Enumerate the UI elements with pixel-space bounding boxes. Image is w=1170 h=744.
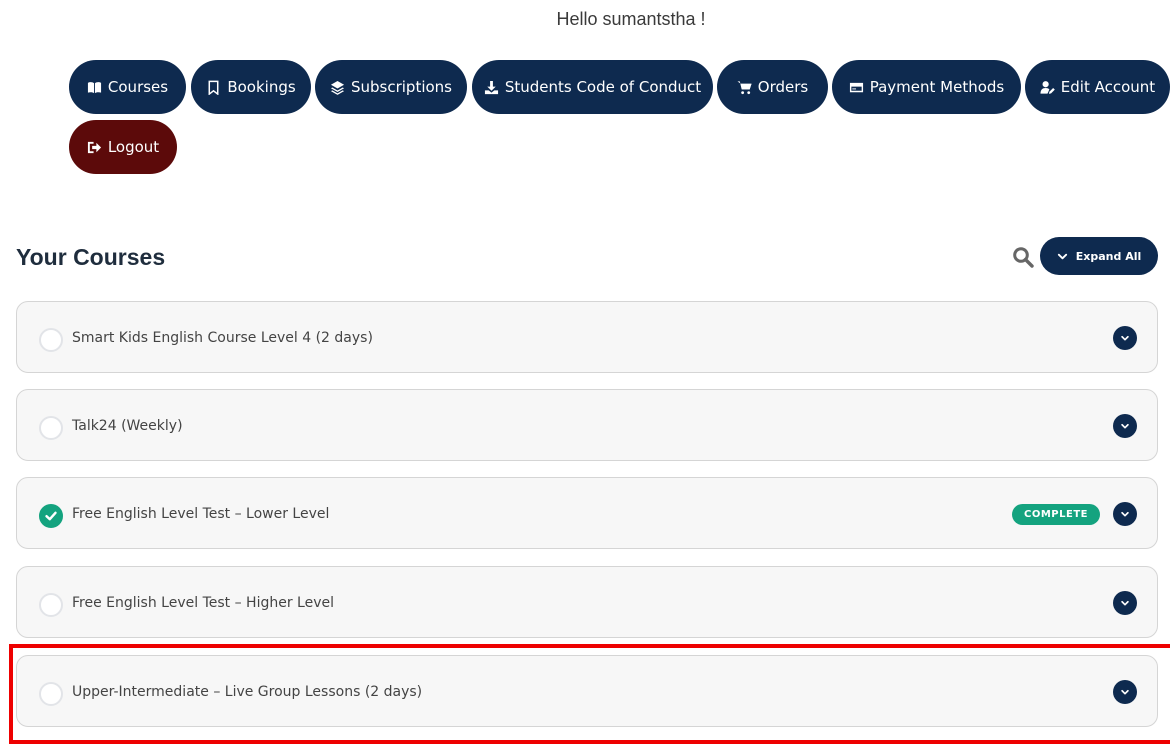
course-row[interactable]: Free English Level Test – Higher Level: [16, 566, 1158, 638]
complete-badge: COMPLETE: [1012, 504, 1100, 525]
code-of-conduct-label: Students Code of Conduct: [504, 78, 702, 96]
edit-account-button[interactable]: Edit Account: [1025, 60, 1170, 114]
orders-button[interactable]: Orders: [717, 60, 828, 114]
course-row[interactable]: Free English Level Test – Lower Level CO…: [16, 477, 1158, 549]
expand-all-button[interactable]: Expand All: [1040, 237, 1158, 275]
payment-methods-label: Payment Methods: [869, 78, 1005, 96]
chevron-down-icon[interactable]: [1113, 326, 1137, 350]
expand-all-label: Expand All: [1075, 249, 1142, 263]
chevron-down-icon[interactable]: [1113, 414, 1137, 438]
course-title: Free English Level Test – Lower Level: [72, 506, 330, 522]
bookmark-icon: [208, 80, 219, 95]
cart-icon: [737, 80, 752, 94]
check-circle-icon: [39, 504, 63, 528]
highlight-box: [9, 644, 1170, 744]
user-edit-icon: [1040, 80, 1055, 94]
course-title: Smart Kids English Course Level 4 (2 day…: [72, 330, 373, 346]
download-icon: [484, 80, 498, 94]
course-title: Free English Level Test – Higher Level: [72, 595, 334, 611]
course-row[interactable]: Smart Kids English Course Level 4 (2 day…: [16, 301, 1158, 373]
courses-label: Courses: [107, 78, 169, 96]
status-circle-icon: [39, 593, 63, 617]
subscriptions-label: Subscriptions: [350, 78, 452, 96]
courses-button[interactable]: Courses: [69, 60, 186, 114]
chevron-down-icon[interactable]: [1113, 502, 1137, 526]
credit-card-icon: [849, 82, 863, 92]
section-title: Your Courses: [16, 244, 166, 270]
orders-label: Orders: [757, 78, 809, 96]
layers-icon: [330, 80, 345, 95]
chevron-down-icon[interactable]: [1113, 591, 1137, 615]
bookings-label: Bookings: [227, 78, 296, 96]
logout-label: Logout: [107, 138, 160, 156]
payment-methods-button[interactable]: Payment Methods: [832, 60, 1021, 114]
code-of-conduct-button[interactable]: Students Code of Conduct: [472, 60, 713, 114]
edit-account-label: Edit Account: [1060, 78, 1156, 96]
bookings-button[interactable]: Bookings: [191, 60, 311, 114]
search-icon[interactable]: [1012, 246, 1034, 268]
course-title: Talk24 (Weekly): [72, 418, 183, 434]
course-row[interactable]: Talk24 (Weekly): [16, 389, 1158, 461]
subscriptions-button[interactable]: Subscriptions: [315, 60, 467, 114]
greeting-text: Hello sumantstha !: [556, 9, 706, 29]
status-circle-icon: [39, 416, 63, 440]
sign-out-icon: [87, 141, 101, 153]
chevron-down-icon: [1057, 253, 1067, 259]
book-open-icon: [87, 81, 101, 93]
logout-button[interactable]: Logout: [69, 120, 177, 174]
status-circle-icon: [39, 328, 63, 352]
